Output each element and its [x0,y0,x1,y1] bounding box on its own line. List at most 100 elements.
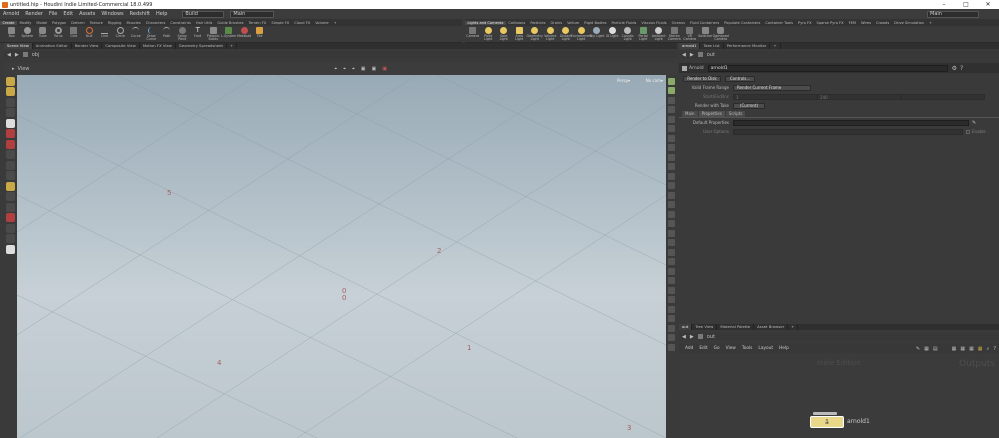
back-arrow-icon[interactable]: ◀ [682,334,686,340]
enable-checkbox[interactable] [966,129,970,134]
end-frame-field[interactable]: 240 [817,93,901,100]
render-to-disk-button[interactable]: Render to Disk [683,75,721,82]
back-arrow-icon[interactable]: ◀ [7,52,11,58]
default-properties-field[interactable] [733,119,969,126]
subtab-scripts[interactable]: Scripts [725,111,746,117]
shelf-tab[interactable]: Polygon [50,21,69,25]
display-option-icon[interactable] [668,267,675,275]
shelf-set-selector[interactable]: Build [182,10,225,18]
tool-icon[interactable] [6,234,15,243]
render-with-take-select[interactable]: (Current) [733,102,765,109]
shelf-tab[interactable]: Populate Containers [722,21,763,25]
arnold1-node[interactable]: ȃ [810,416,844,428]
display-option-icon[interactable] [668,305,675,313]
display-option-icon[interactable] [668,239,675,246]
tool-icon[interactable] [6,202,15,212]
grid-toggle-icon[interactable]: ▦ [924,346,929,352]
minimize-button[interactable]: – [933,1,955,8]
shelf-tab[interactable]: Rigid Bodies [582,21,609,25]
display-option-icon[interactable] [668,248,675,256]
shelf-tab[interactable]: Crowds [874,21,892,25]
shelf-tab[interactable]: Hair Utils [193,21,214,25]
shelf-tab[interactable]: Deform [69,21,87,25]
tool-file[interactable]: File [252,26,268,42]
display-option-icon[interactable] [668,286,675,294]
arrow-icon[interactable] [6,108,15,117]
view-tool-icon[interactable]: ⌖ [352,66,355,72]
shelf-tab[interactable]: Simple FX [269,21,292,25]
add-pane-tab-button[interactable]: + [770,43,781,49]
layout-icon[interactable]: ▦ [969,346,974,352]
tool-spray-paint[interactable]: Spray Paint [175,26,191,42]
shelf-tab[interactable]: Wires [859,21,874,25]
tool-metaball[interactable]: Metaball [237,26,253,42]
shelf-tab[interactable]: Grains [548,21,565,25]
wrench-icon[interactable]: ✎ [916,346,920,352]
close-button[interactable]: ✕ [977,1,999,8]
node-name-field[interactable]: arnold1 [707,64,948,72]
add-shelf-tab-button[interactable]: + [331,21,339,25]
back-arrow-icon[interactable]: ◀ [682,52,686,58]
tool-sky-light[interactable]: Sky Light [589,26,605,42]
view-tool-icon[interactable]: ▣ [382,66,387,72]
shelf-tab[interactable]: Constraints [168,21,194,25]
tool-area-light[interactable]: Area Light [512,26,528,42]
lock-icon[interactable] [668,96,675,104]
display-option-icon[interactable] [668,87,675,94]
tool-icon[interactable] [6,160,15,170]
menu-arnold[interactable]: Arnold [0,11,22,17]
tab-scene-view[interactable]: Scene View [4,43,33,49]
tool-null[interactable]: Null [82,26,98,42]
display-option-icon[interactable] [668,334,675,341]
display-option-icon[interactable] [668,324,675,332]
arrow-icon[interactable] [6,97,15,107]
menu-tools[interactable]: Tools [742,346,753,351]
desktop-selector[interactable]: Main [230,10,275,18]
tool-caustic-light[interactable]: Caustic Light [620,26,636,42]
tab-animation-editor[interactable]: Animation Editor [33,43,72,49]
tool-line[interactable]: Line [97,26,113,42]
tool-gi-light[interactable]: GI Light [605,26,621,42]
yellow-tool-icon[interactable] [6,181,15,191]
tool-ambient-light[interactable]: Ambient Light [651,26,667,42]
display-option-icon[interactable] [668,125,675,132]
shelf-tab[interactable]: Texture [87,21,105,25]
tool-sphere[interactable]: Sphere [20,26,36,42]
shelf-tab[interactable]: Oceans [669,21,687,25]
user-options-field[interactable] [733,128,963,135]
display-option-icon[interactable] [668,315,675,322]
view-tool-icon[interactable]: ▣ [372,66,377,72]
maximize-button[interactable]: □ [955,1,977,8]
menu-render[interactable]: Render [22,11,46,17]
tool-portal-light[interactable]: Portal Light [636,26,652,42]
edit-icon[interactable]: ✎ [972,120,976,126]
network-editor[interactable]: Indie Edition Outputs ȃ arnold1 [679,353,999,438]
help-icon[interactable]: ? [960,65,963,72]
tool-stereo-camera[interactable]: Stereo Camera [667,26,683,42]
shelf-tab[interactable]: Viscous Fluids [639,21,669,25]
shelf-tab[interactable]: Volume [313,21,331,25]
shelf-tab[interactable]: Rigging [105,21,124,25]
display-option-icon[interactable] [668,229,675,237]
display-option-icon[interactable] [668,153,675,161]
shelf-tab[interactable]: Guide Brushes [215,21,246,25]
tool-curve[interactable]: Curve [128,26,144,42]
add-pane-tab-button[interactable]: + [788,324,799,330]
select-tool-icon[interactable] [6,87,15,96]
tab-material-palette[interactable]: Material Palette [717,324,755,330]
display-option-icon[interactable] [668,163,675,170]
view-pin-icon[interactable]: ▸ [12,66,15,72]
node-input-connector[interactable] [813,412,837,415]
menu-windows[interactable]: Windows [98,11,126,17]
select-tool-icon[interactable] [6,76,15,86]
shelf-tab[interactable]: Vellum [565,21,582,25]
display-option-icon[interactable] [668,134,675,142]
tool-tube[interactable]: Tube [35,26,51,42]
tool-icon[interactable] [6,150,15,159]
tool-icon[interactable] [6,192,15,201]
red-tool-icon[interactable] [6,129,15,138]
menu-view[interactable]: View [726,346,736,351]
tool-camera[interactable]: Camera [465,26,481,42]
layout-icon[interactable]: ▦ [960,346,965,352]
forward-arrow-icon[interactable]: ▶ [690,334,694,340]
